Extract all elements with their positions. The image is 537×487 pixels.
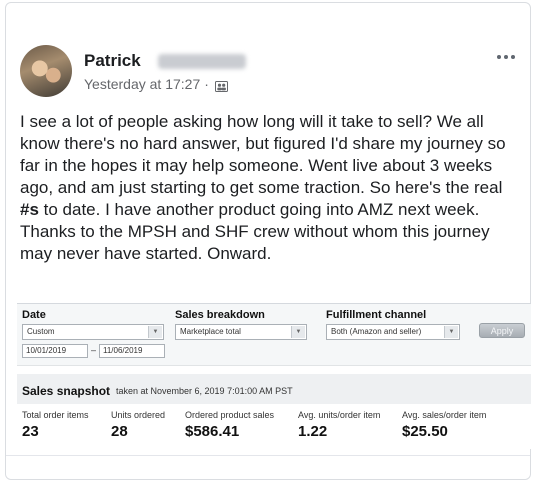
meta-separator: · bbox=[204, 76, 209, 92]
end-date-input: 11/06/2019 bbox=[99, 344, 165, 358]
sales-breakdown-value: Marketplace total bbox=[180, 327, 241, 336]
more-horizontal-icon bbox=[497, 55, 501, 59]
post-body: I see a lot of people asking how long wi… bbox=[20, 111, 520, 265]
metric-label: Avg. units/order item bbox=[298, 410, 381, 420]
author-name[interactable]: Patrick bbox=[84, 51, 141, 71]
date-range-select: Custom ▼ bbox=[22, 324, 164, 340]
more-dot bbox=[511, 55, 515, 59]
sales-report-screenshot[interactable]: Date Custom ▼ 10/01/2019 – 11/06/2019 Sa… bbox=[17, 303, 531, 449]
post-meta: Yesterday at 17:27 · bbox=[84, 76, 228, 92]
metric-label: Units ordered bbox=[111, 410, 166, 420]
sales-snapshot-header: Sales snapshot taken at November 6, 2019… bbox=[17, 374, 531, 404]
metric-label: Total order items bbox=[22, 410, 89, 420]
apply-button: Apply bbox=[479, 323, 525, 338]
fulfillment-channel-label: Fulfillment channel bbox=[326, 309, 427, 321]
date-range-dash: – bbox=[91, 345, 97, 355]
post-footer bbox=[6, 455, 530, 479]
report-filters: Date Custom ▼ 10/01/2019 – 11/06/2019 Sa… bbox=[17, 304, 531, 366]
metric-value: 23 bbox=[22, 423, 39, 440]
date-range-value: Custom bbox=[27, 327, 55, 336]
metric-label: Avg. sales/order item bbox=[402, 410, 487, 420]
metric-label: Ordered product sales bbox=[185, 410, 275, 420]
fulfillment-channel-select: Both (Amazon and seller) ▼ bbox=[326, 324, 460, 340]
metric-value: 1.22 bbox=[298, 423, 328, 440]
post-body-text-1: I see a lot of people asking how long wi… bbox=[20, 112, 506, 197]
avatar[interactable] bbox=[20, 45, 72, 97]
dropdown-arrow-icon: ▼ bbox=[291, 326, 305, 338]
date-filter-label: Date bbox=[22, 309, 46, 321]
group-icon[interactable] bbox=[214, 79, 228, 92]
sales-snapshot-timestamp: taken at November 6, 2019 7:01:00 AM PST bbox=[116, 386, 293, 396]
more-dot bbox=[504, 55, 508, 59]
sales-breakdown-label: Sales breakdown bbox=[175, 309, 265, 321]
metric-value: 28 bbox=[111, 423, 128, 440]
metric-value: $586.41 bbox=[185, 423, 240, 440]
start-date-input: 10/01/2019 bbox=[22, 344, 88, 358]
post-body-text-2: to date. I have another product going in… bbox=[20, 200, 490, 263]
sales-snapshot-title: Sales snapshot bbox=[22, 384, 111, 398]
more-options-button[interactable] bbox=[492, 47, 520, 67]
dropdown-arrow-icon: ▼ bbox=[444, 326, 458, 338]
post-body-bold: #s bbox=[20, 200, 39, 219]
dropdown-arrow-icon: ▼ bbox=[148, 326, 162, 338]
fulfillment-channel-value: Both (Amazon and seller) bbox=[331, 327, 422, 336]
post-header: Patrick Yesterday at 17:27 · bbox=[20, 45, 520, 101]
metric-value: $25.50 bbox=[402, 423, 448, 440]
post-card: Patrick Yesterday at 17:27 · I see a lot… bbox=[5, 2, 531, 480]
sales-breakdown-select: Marketplace total ▼ bbox=[175, 324, 307, 340]
post-timestamp[interactable]: Yesterday at 17:27 bbox=[84, 76, 200, 92]
author-surname-redacted bbox=[158, 54, 246, 69]
